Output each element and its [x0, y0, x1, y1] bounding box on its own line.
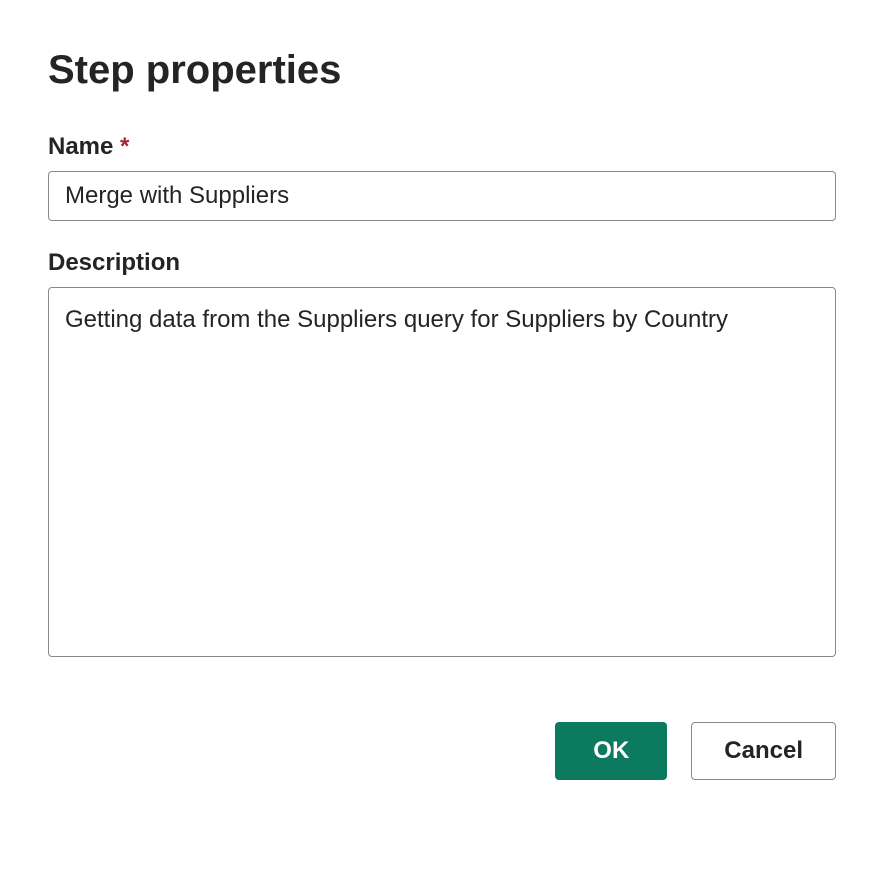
button-row: OK Cancel [48, 722, 836, 780]
ok-button[interactable]: OK [555, 722, 667, 780]
description-textarea[interactable] [48, 287, 836, 657]
name-field-group: Name * [48, 133, 836, 221]
cancel-button[interactable]: Cancel [691, 722, 836, 780]
required-asterisk: * [120, 133, 129, 160]
description-label: Description [48, 249, 836, 277]
name-input[interactable] [48, 171, 836, 221]
name-label: Name * [48, 133, 836, 161]
dialog-title: Step properties [48, 48, 836, 93]
name-label-text: Name [48, 133, 113, 160]
description-field-group: Description [48, 249, 836, 662]
